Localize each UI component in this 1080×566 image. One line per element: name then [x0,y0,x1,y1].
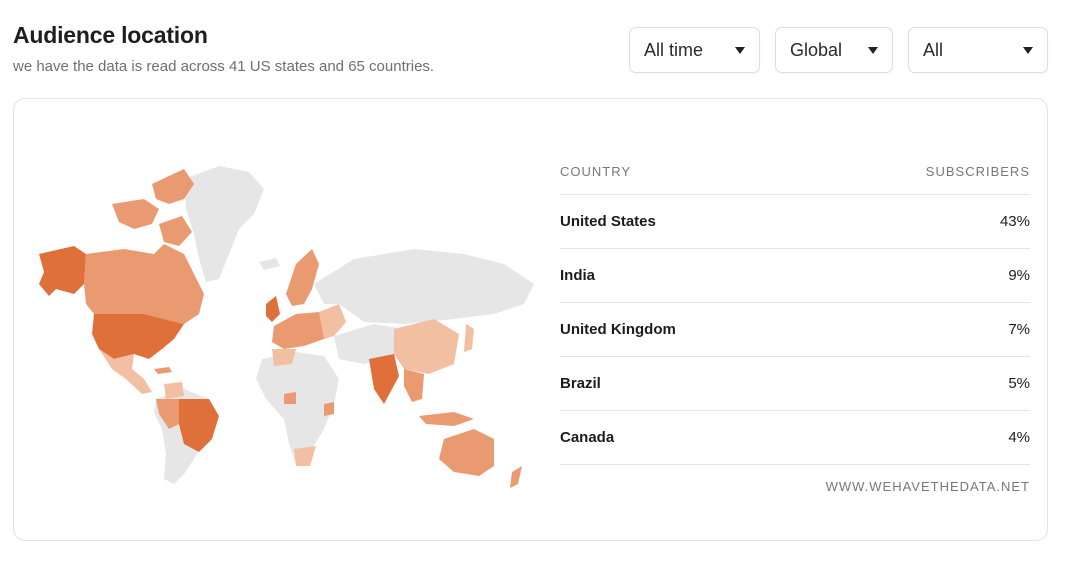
table-row: India 9% [560,249,1030,303]
map-region-indonesia [419,412,474,426]
caret-down-icon [735,46,745,54]
time-range-dropdown-label: All time [644,39,704,60]
country-name: India [560,267,596,284]
map-region-australia [439,429,494,476]
table-header: COUNTRY SUBSCRIBERS [560,149,1030,195]
map-region-canada-arctic [159,216,192,246]
map-region-caribbean [154,367,172,374]
map-region-india [369,354,399,404]
map-region-canada [84,244,204,324]
country-name: United States [560,213,656,230]
subscriber-percent: 5% [1008,375,1030,392]
country-name: Canada [560,429,615,446]
subscriber-percent: 9% [1008,267,1030,284]
audience-dropdown-label: All [923,39,944,60]
page-subtitle: we have the data is read across 41 US st… [13,58,435,75]
map-region-nigeria [284,392,296,404]
column-header-subscribers: SUBSCRIBERS [925,164,1030,179]
audience-dropdown[interactable]: All [908,27,1048,73]
source-credit: WWW.WEHAVETHEDATA.NET [825,479,1030,494]
subscriber-percent: 7% [1008,321,1030,338]
country-name: United Kingdom [560,321,676,338]
map-region-iceland [259,258,280,270]
subscriber-percent: 43% [999,213,1030,230]
table-row: United Kingdom 7% [560,303,1030,357]
subscriber-percent: 4% [1008,429,1030,446]
world-map [39,166,534,488]
audience-location-card: COUNTRY SUBSCRIBERS United States 43% In… [13,98,1048,541]
map-region-scandinavia [286,249,319,306]
time-range-dropdown[interactable]: All time [629,27,760,73]
caret-down-icon [868,46,878,54]
map-region-colombia [164,382,184,399]
country-name: Brazil [560,375,601,392]
map-region-united-kingdom [266,296,280,322]
map-region-china [394,319,459,374]
map-region-kenya [324,402,334,416]
page-title: Audience location [13,22,208,48]
map-region-russia [314,249,534,324]
map-region-brazil [179,399,219,452]
caret-down-icon [1023,46,1033,54]
column-header-country: COUNTRY [560,164,632,179]
map-region-united-states [92,314,184,359]
table-row: Canada 4% [560,411,1030,465]
table-row: Brazil 5% [560,357,1030,411]
map-region-canada-arctic [112,199,159,229]
map-region-andes [156,399,179,429]
map-region-south-africa [294,446,316,466]
table-row: United States 43% [560,195,1030,249]
map-region-japan [464,324,474,352]
map-region-southeast-asia [404,369,424,402]
map-region-alaska [39,246,86,296]
country-table: COUNTRY SUBSCRIBERS United States 43% In… [560,149,1030,494]
map-region-greenland [184,166,264,282]
region-dropdown[interactable]: Global [775,27,893,73]
map-region-new-zealand [510,466,522,488]
region-dropdown-label: Global [790,39,843,60]
